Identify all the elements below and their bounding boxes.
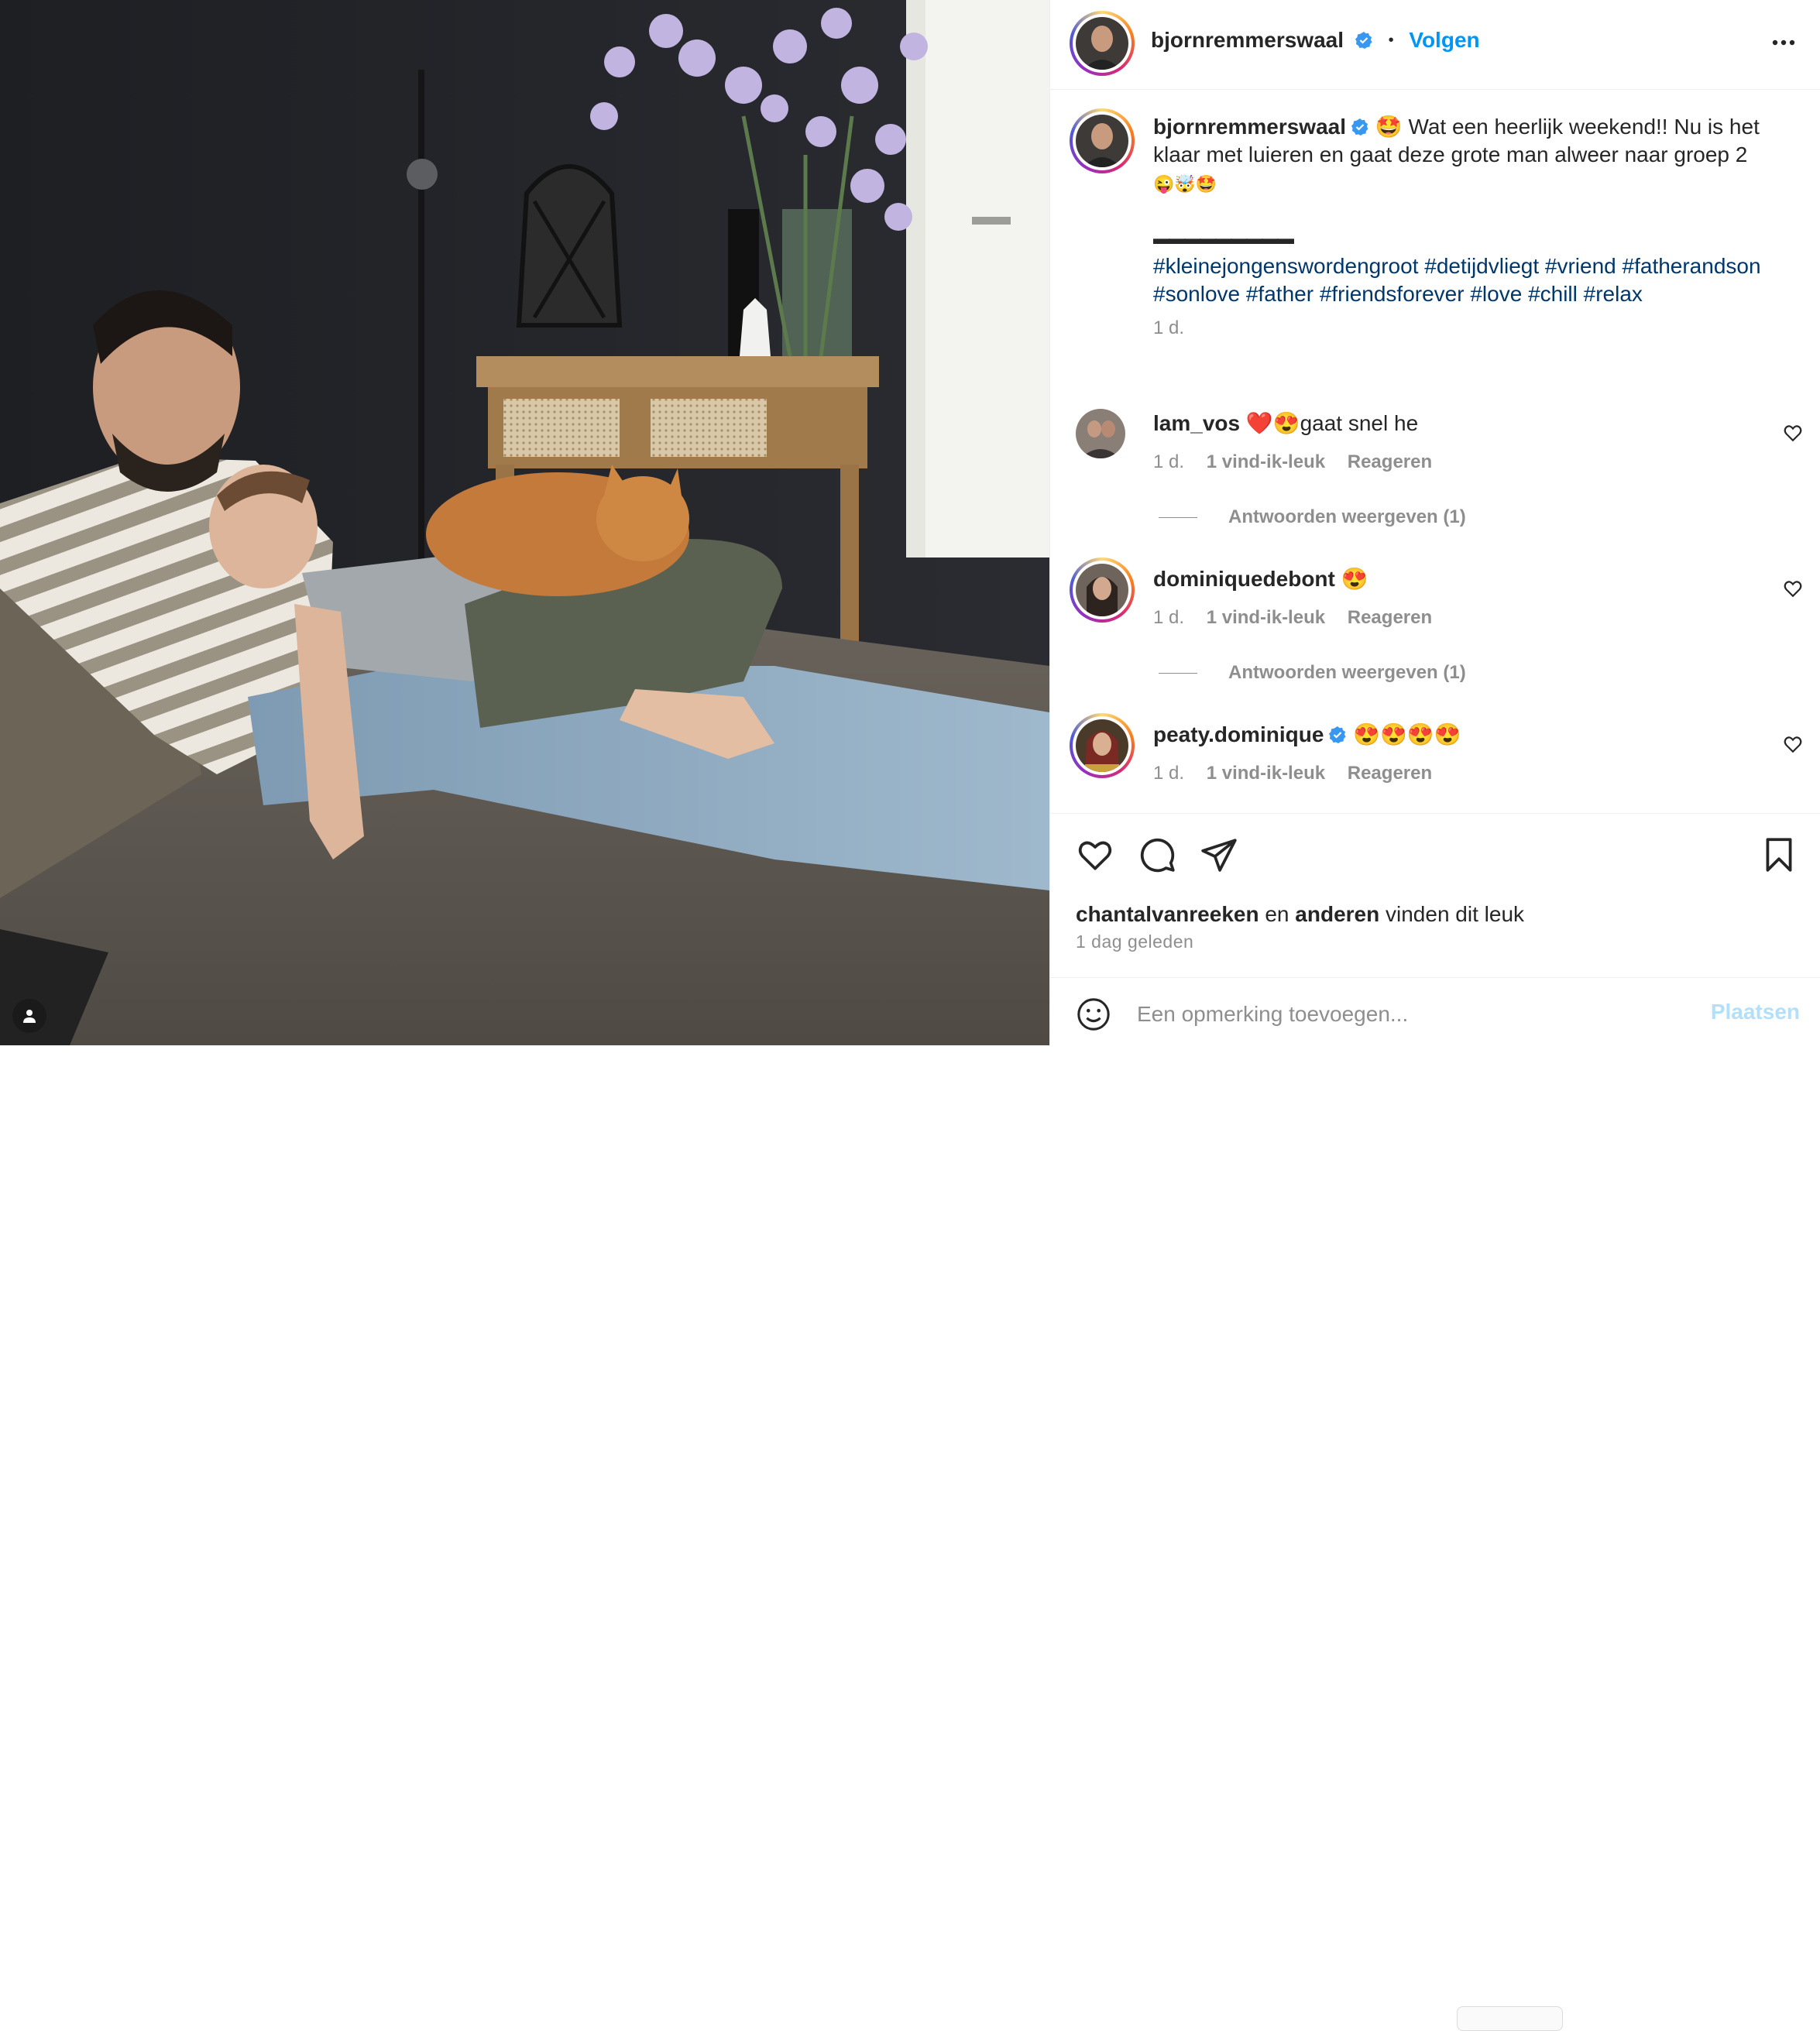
caption-emoji: 🤩 bbox=[1375, 115, 1403, 139]
more-options-button[interactable] bbox=[1770, 29, 1797, 60]
comment-text: 😍😍😍😍 bbox=[1353, 722, 1461, 746]
post-header: bjornremmerswaal • Volgen bbox=[1050, 0, 1820, 90]
comment-text: 😍 bbox=[1341, 567, 1368, 591]
comment-like-heart-icon[interactable] bbox=[1783, 423, 1803, 443]
tag-user-icon bbox=[23, 1010, 36, 1023]
heart-icon[interactable] bbox=[1076, 835, 1114, 874]
caption-age[interactable]: 1 d. bbox=[1153, 314, 1781, 342]
post-comment-button[interactable]: Plaatsen bbox=[1711, 1000, 1800, 1024]
header-separator: • bbox=[1388, 32, 1394, 49]
comment-like-heart-icon[interactable] bbox=[1783, 734, 1803, 754]
post-sidebar: bjornremmerswaal • Volgen bjornremmerswa… bbox=[1049, 0, 1820, 2031]
post-actions: chantalvanreeken en anderen vinden dit l… bbox=[1050, 813, 1820, 978]
caption-emoji-line: 😜🤯🤩 bbox=[1153, 174, 1217, 194]
likes-others[interactable]: anderen bbox=[1295, 902, 1379, 926]
tag-user-button[interactable] bbox=[12, 999, 46, 1033]
caption-username[interactable]: bjornremmerswaal bbox=[1153, 115, 1346, 139]
comment-age[interactable]: 1 d. bbox=[1153, 451, 1184, 472]
share-icon[interactable] bbox=[1200, 835, 1238, 874]
caption-dashes: ▬▬▬▬▬▬▬▬▬ bbox=[1153, 228, 1294, 248]
follow-button[interactable]: Volgen bbox=[1409, 28, 1479, 52]
comment-avatar-dominiquedebont[interactable] bbox=[1070, 557, 1135, 623]
author-username[interactable]: bjornremmerswaal bbox=[1151, 28, 1344, 52]
comment-age[interactable]: 1 d. bbox=[1153, 763, 1184, 784]
comment: peaty.dominique 😍😍😍😍 1 d. 1 vind-ik-leuk… bbox=[1153, 722, 1757, 784]
comment-likes[interactable]: 1 vind-ik-leuk bbox=[1207, 763, 1325, 784]
likes-summary: chantalvanreeken en anderen vinden dit l… bbox=[1076, 902, 1524, 927]
add-comment-bar: Plaatsen bbox=[1050, 977, 1820, 2031]
comment-reply-button[interactable]: Reageren bbox=[1348, 763, 1432, 784]
comment-username[interactable]: dominiquedebont bbox=[1153, 567, 1335, 591]
comment-age[interactable]: 1 d. bbox=[1153, 607, 1184, 628]
comment-icon[interactable] bbox=[1138, 835, 1176, 874]
emoji-icon[interactable] bbox=[1076, 997, 1111, 1032]
comment-input[interactable] bbox=[1135, 998, 1681, 1031]
view-replies-button[interactable]: Antwoorden weergeven (1) bbox=[1159, 662, 1466, 684]
post-photo[interactable] bbox=[0, 0, 1049, 1045]
comment: dominiquedebont 😍 1 d. 1 vind-ik-leuk Re… bbox=[1153, 566, 1757, 629]
likes-first-user[interactable]: chantalvanreeken bbox=[1076, 902, 1259, 926]
comment-reply-button[interactable]: Reageren bbox=[1348, 451, 1432, 472]
post-caption: bjornremmerswaal 🤩 Wat een heerlijk week… bbox=[1153, 113, 1781, 342]
comment-text: ❤️😍gaat snel he bbox=[1245, 411, 1419, 435]
comment-avatar-lam-vos[interactable] bbox=[1076, 409, 1125, 458]
verified-badge-icon bbox=[1329, 726, 1346, 743]
more-options-icon bbox=[1772, 39, 1795, 46]
comment: lam_vos ❤️😍gaat snel he 1 d. 1 vind-ik-l… bbox=[1153, 410, 1757, 473]
caption-author-avatar[interactable] bbox=[1070, 108, 1135, 173]
verified-badge-icon bbox=[1351, 118, 1368, 136]
comment-like-heart-icon[interactable] bbox=[1783, 578, 1803, 599]
comment-username[interactable]: lam_vos bbox=[1153, 411, 1240, 435]
comment-avatar-peaty-dominique[interactable] bbox=[1070, 713, 1135, 778]
post-time[interactable]: 1 dag geleden bbox=[1076, 931, 1193, 952]
likes-suffix: vinden dit leuk bbox=[1386, 902, 1525, 926]
scroll-indicator[interactable] bbox=[1457, 2006, 1563, 2031]
comment-likes[interactable]: 1 vind-ik-leuk bbox=[1207, 607, 1325, 628]
comment-username[interactable]: peaty.dominique bbox=[1153, 722, 1324, 746]
comment-reply-button[interactable]: Reageren bbox=[1348, 607, 1432, 628]
view-replies-label: Antwoorden weergeven (1) bbox=[1228, 506, 1466, 527]
view-replies-button[interactable]: Antwoorden weergeven (1) bbox=[1159, 506, 1466, 528]
likes-and: en bbox=[1265, 902, 1289, 926]
caption-hashtags[interactable]: #kleinejongenswordengroot #detijdvliegt … bbox=[1153, 252, 1781, 308]
view-replies-label: Antwoorden weergeven (1) bbox=[1228, 662, 1466, 683]
comment-likes[interactable]: 1 vind-ik-leuk bbox=[1207, 451, 1325, 472]
bookmark-icon[interactable] bbox=[1760, 835, 1798, 874]
verified-badge-icon bbox=[1355, 32, 1372, 49]
author-avatar[interactable] bbox=[1070, 11, 1135, 76]
